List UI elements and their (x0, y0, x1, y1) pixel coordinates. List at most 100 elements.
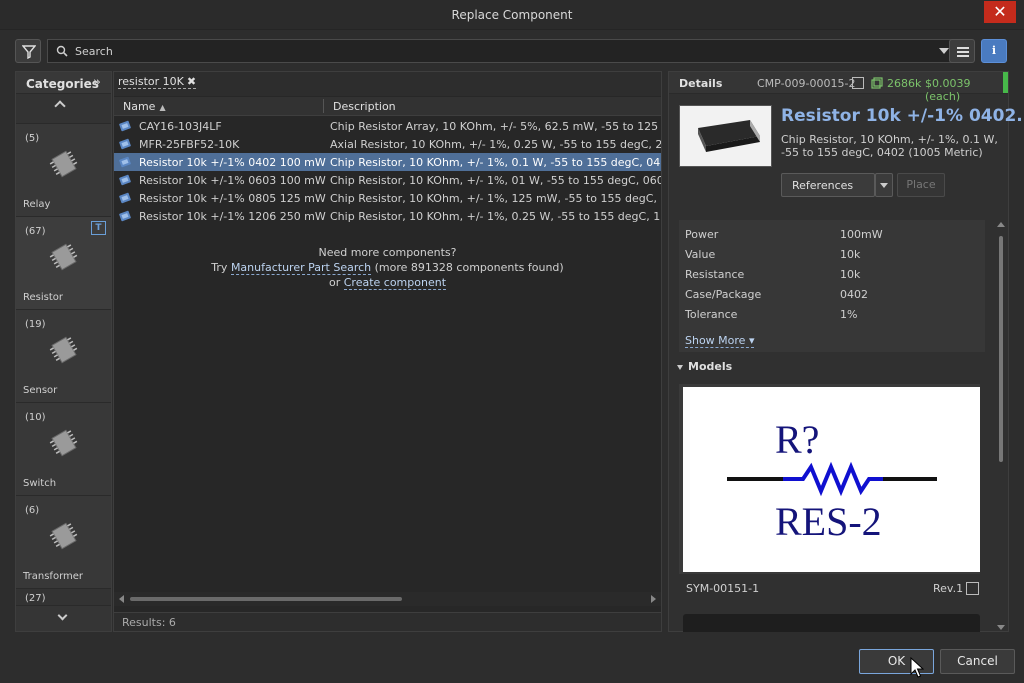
table-row[interactable]: Resistor 10k +/-1% 0805 125 mW Chip Resi… (114, 189, 661, 207)
details-scrollbar[interactable] (996, 220, 1006, 632)
component-rows: CAY16-103J4LF Chip Resistor Array, 10 KO… (114, 117, 661, 225)
category-count: (5) (25, 133, 40, 144)
toolbar: Search i (10, 36, 1014, 68)
parameters-section: Power 100mW Value 10k Resistance 10k Case/P… (679, 220, 985, 352)
row-name: CAY16-103J4LF (139, 120, 222, 133)
component-icon (119, 120, 131, 132)
results-bar: Results: 6 (114, 612, 661, 631)
chip-resistor-image (680, 106, 771, 166)
category-sensor[interactable]: (19) Sensor (16, 310, 111, 403)
category-name: Switch (23, 478, 57, 489)
table-row-selected[interactable]: Resistor 10k +/-1% 0402 100 mW Chip Resi… (114, 153, 661, 171)
scroll-thumb[interactable] (999, 236, 1003, 462)
results-count: Results: 6 (122, 616, 176, 629)
chip-icon (49, 243, 78, 271)
mouse-cursor-icon (910, 657, 924, 678)
category-resistor[interactable]: (67) T Resistor (16, 217, 111, 310)
models-header[interactable]: Models (677, 360, 732, 373)
model-preview: R? RES-2 (679, 384, 980, 574)
category-count: (6) (25, 505, 40, 516)
supply-status-bar (1003, 72, 1008, 93)
hamburger-line (957, 55, 969, 57)
table-row[interactable]: CAY16-103J4LF Chip Resistor Array, 10 KO… (114, 117, 661, 135)
search-dropdown-icon[interactable] (939, 48, 949, 54)
category-switch[interactable]: (10) Switch (16, 403, 111, 496)
param-row: Resistance 10k (685, 268, 985, 288)
category-relay[interactable]: (5) Relay (16, 124, 111, 217)
compare-checkbox[interactable] (852, 77, 864, 89)
remove-filter-icon[interactable]: ✖ (187, 75, 196, 88)
revision-label: Rev.1 (933, 582, 964, 595)
hamburger-icon (957, 47, 969, 49)
column-divider[interactable] (323, 99, 324, 113)
column-name[interactable]: Name ▲ (123, 100, 166, 113)
component-icon (119, 192, 131, 204)
info-button[interactable]: i (981, 39, 1007, 63)
param-value: 100mW (840, 228, 883, 241)
table-row[interactable]: Resistor 10k +/-1% 0603 100 mW Chip Resi… (114, 171, 661, 189)
scroll-left-icon[interactable] (119, 595, 124, 603)
param-key: Resistance (685, 268, 745, 281)
row-name: Resistor 10k +/-1% 0402 100 mW (139, 156, 326, 169)
chevron-up-icon (54, 100, 66, 112)
filter-chip[interactable]: resistor 10K ✖ (118, 75, 197, 89)
param-row: Value 10k (685, 248, 985, 268)
param-value: 10k (840, 248, 861, 261)
more-or: or (328, 276, 341, 289)
references-label: References (792, 179, 854, 192)
scroll-up-icon[interactable] (997, 222, 1005, 227)
cancel-button[interactable]: Cancel (940, 649, 1015, 674)
category-transformer[interactable]: (6) Transformer (16, 496, 111, 589)
category-count: (67) (25, 226, 46, 237)
horizontal-scrollbar[interactable] (114, 592, 661, 606)
more-line-3: or Create component (114, 275, 661, 290)
create-component-link[interactable]: Create component (343, 276, 447, 290)
symbol-designator: R? (775, 417, 819, 462)
column-description[interactable]: Description (333, 100, 396, 113)
chip-icon (49, 522, 78, 550)
filter-button[interactable] (15, 39, 41, 63)
component-thumbnail (679, 105, 772, 167)
manufacturer-part-search-link[interactable]: Manufacturer Part Search (230, 261, 372, 275)
tag-icon[interactable]: T (91, 221, 106, 235)
title-bar: Replace Component ✕ (0, 0, 1024, 30)
param-key: Case/Package (685, 288, 762, 301)
param-row: Case/Package 0402 (685, 288, 985, 308)
scroll-right-icon[interactable] (651, 595, 656, 603)
column-name-label: Name (123, 100, 156, 113)
row-name: Resistor 10k +/-1% 1206 250 mW (139, 210, 326, 223)
more-line-2: Try Manufacturer Part Search (more 89132… (114, 260, 661, 275)
view-menu-button[interactable] (949, 39, 975, 63)
dialog-footer: OK Cancel (0, 640, 1024, 683)
search-input[interactable]: Search (47, 39, 954, 63)
references-button[interactable]: References (781, 173, 875, 197)
component-icon (119, 210, 131, 222)
row-description: Chip Resistor, 10 KOhm, +/- 1%, 0.1 W, -… (330, 156, 661, 169)
scroll-down-icon[interactable] (997, 625, 1005, 630)
category-name: Resistor (23, 292, 63, 303)
funnel-icon (22, 45, 36, 59)
expand-icon[interactable]: » (93, 75, 101, 90)
show-more-link[interactable]: Show More ▾ (685, 334, 755, 348)
table-row[interactable]: MFR-25FBF52-10K Axial Resistor, 10 KOhm,… (114, 135, 661, 153)
close-button[interactable]: ✕ (984, 1, 1016, 23)
param-value: 0402 (840, 288, 868, 301)
row-description: Axial Resistor, 10 KOhm, +/- 1%, 0.25 W,… (330, 138, 661, 151)
param-row: Power 100mW (685, 228, 985, 248)
revision-checkbox[interactable] (966, 582, 979, 595)
categories-panel: Categories » (5) Relay (67) T Resistor (… (15, 71, 112, 632)
more-count: (more 891328 components found) (374, 261, 564, 274)
param-key: Tolerance (685, 308, 738, 321)
details-panel: Details CMP-009-00015-2 2686k $0.0039 (e… (668, 71, 1024, 632)
references-dropdown[interactable] (875, 173, 893, 197)
chevron-down-icon (880, 183, 888, 188)
window-title: Replace Component (451, 8, 573, 22)
categories-scroll-down[interactable] (16, 605, 111, 631)
categories-scroll-up[interactable] (16, 94, 111, 124)
table-row[interactable]: Resistor 10k +/-1% 1206 250 mW Chip Resi… (114, 207, 661, 225)
scroll-thumb[interactable] (130, 597, 402, 601)
category-count: (27) (25, 593, 46, 604)
row-name: MFR-25FBF52-10K (139, 138, 240, 151)
unit-price: $0.0039 (each) (925, 77, 971, 103)
filter-chip-label: resistor 10K (118, 75, 184, 88)
